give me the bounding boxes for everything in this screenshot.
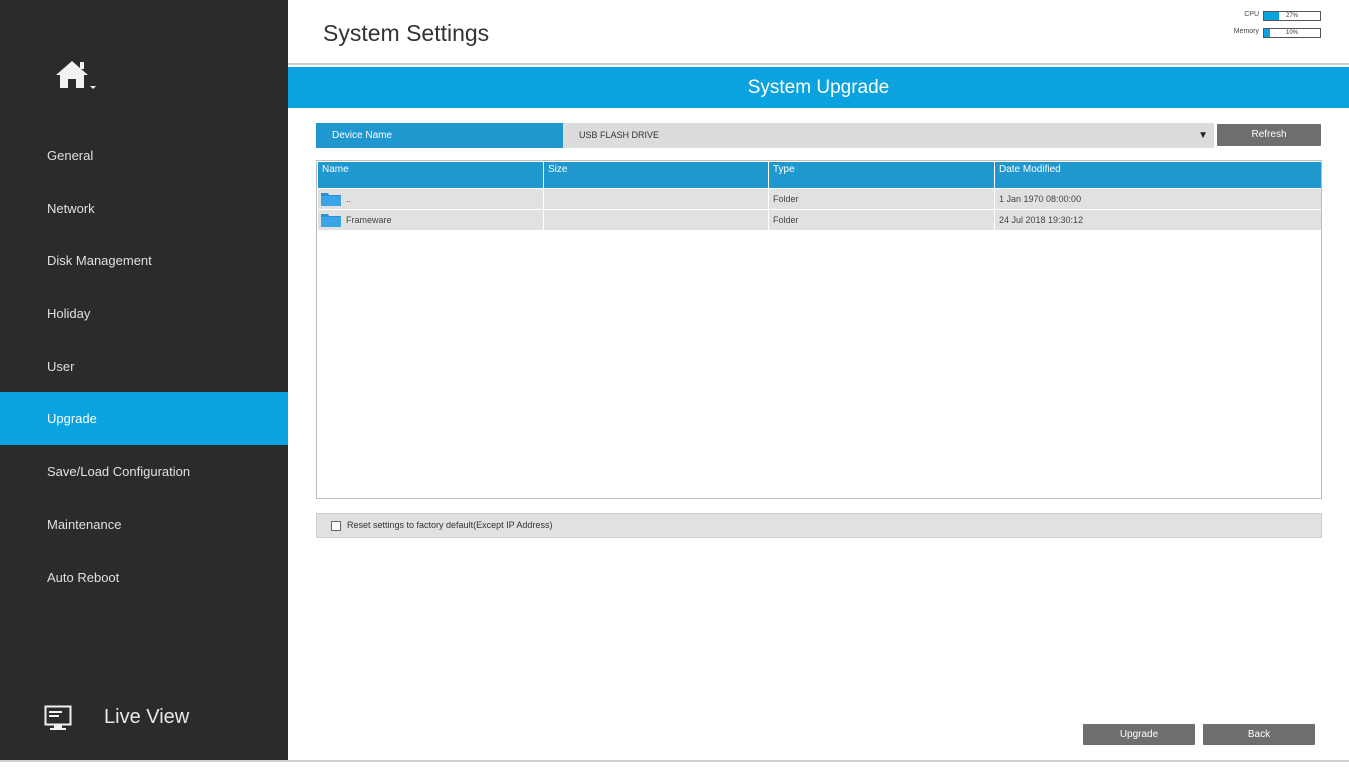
back-button[interactable]: Back: [1203, 724, 1315, 745]
cpu-bar: 27%: [1263, 11, 1321, 21]
sidebar-item-user[interactable]: User: [0, 340, 288, 393]
monitor-icon: [44, 705, 72, 730]
live-view-button[interactable]: Live View: [44, 703, 244, 735]
sidebar-item-upgrade[interactable]: Upgrade: [0, 392, 288, 445]
live-view-label: Live View: [104, 706, 190, 728]
sidebar-item-general[interactable]: General: [0, 129, 288, 182]
table-row[interactable]: Frameware Folder 24 Jul 2018 19:30:12: [318, 210, 1321, 230]
sidebar-item-holiday[interactable]: Holiday: [0, 287, 288, 340]
header-divider: [288, 63, 1349, 65]
file-name: Frameware: [346, 215, 392, 225]
sidebar: General Network Disk Management Holiday …: [0, 0, 288, 760]
memory-label: Memory: [1233, 28, 1259, 35]
reset-checkbox[interactable]: [331, 521, 341, 531]
dropdown-arrow-icon[interactable]: ▼: [1198, 123, 1208, 148]
sidebar-item-auto-reboot[interactable]: Auto Reboot: [0, 551, 288, 604]
section-title: System Upgrade: [288, 67, 1349, 108]
cell-date: 1 Jan 1970 08:00:00: [999, 194, 1082, 204]
cell-type: Folder: [769, 210, 995, 230]
table-row[interactable]: .. Folder 1 Jan 1970 08:00:00: [318, 189, 1321, 209]
sidebar-item-maintenance[interactable]: Maintenance: [0, 498, 288, 551]
refresh-button[interactable]: Refresh: [1217, 124, 1321, 146]
column-header-name[interactable]: Name: [318, 162, 544, 188]
cell-size: [544, 189, 769, 209]
cell-name: Frameware: [318, 210, 544, 230]
cpu-value: 27%: [1285, 13, 1298, 19]
file-table: Name Size Type Date Modified .. Folder 1…: [316, 160, 1322, 499]
device-name-label: Device Name: [316, 123, 563, 148]
sidebar-item-save-load-configuration[interactable]: Save/Load Configuration: [0, 445, 288, 498]
memory-value: 10%: [1285, 30, 1298, 36]
upgrade-button[interactable]: Upgrade: [1083, 724, 1195, 745]
column-header-date-modified[interactable]: Date Modified: [995, 162, 1321, 188]
device-select[interactable]: USB FLASH DRIVE ▼: [563, 123, 1214, 148]
table-header: Name Size Type Date Modified: [318, 162, 1321, 188]
folder-icon: [321, 193, 341, 206]
home-icon[interactable]: [54, 58, 98, 92]
file-name: ..: [346, 194, 352, 204]
cell-name: ..: [318, 189, 544, 209]
device-select-value: USB FLASH DRIVE: [579, 130, 660, 140]
memory-bar: 10%: [1263, 28, 1321, 38]
sidebar-item-network[interactable]: Network: [0, 182, 288, 235]
reset-factory-default-option[interactable]: Reset settings to factory default(Except…: [316, 513, 1322, 538]
folder-icon: [321, 214, 341, 227]
cell-size: [544, 210, 769, 230]
reset-label: Reset settings to factory default(Except…: [347, 520, 553, 530]
cpu-label: CPU: [1244, 11, 1259, 18]
cell-date: 24 Jul 2018 19:30:12: [999, 215, 1084, 225]
column-header-type[interactable]: Type: [769, 162, 995, 188]
sidebar-item-disk-management[interactable]: Disk Management: [0, 234, 288, 287]
bottom-border: [0, 760, 1349, 775]
cell-type: Folder: [769, 189, 995, 209]
page-title: System Settings: [323, 20, 490, 46]
column-header-size[interactable]: Size: [544, 162, 769, 188]
